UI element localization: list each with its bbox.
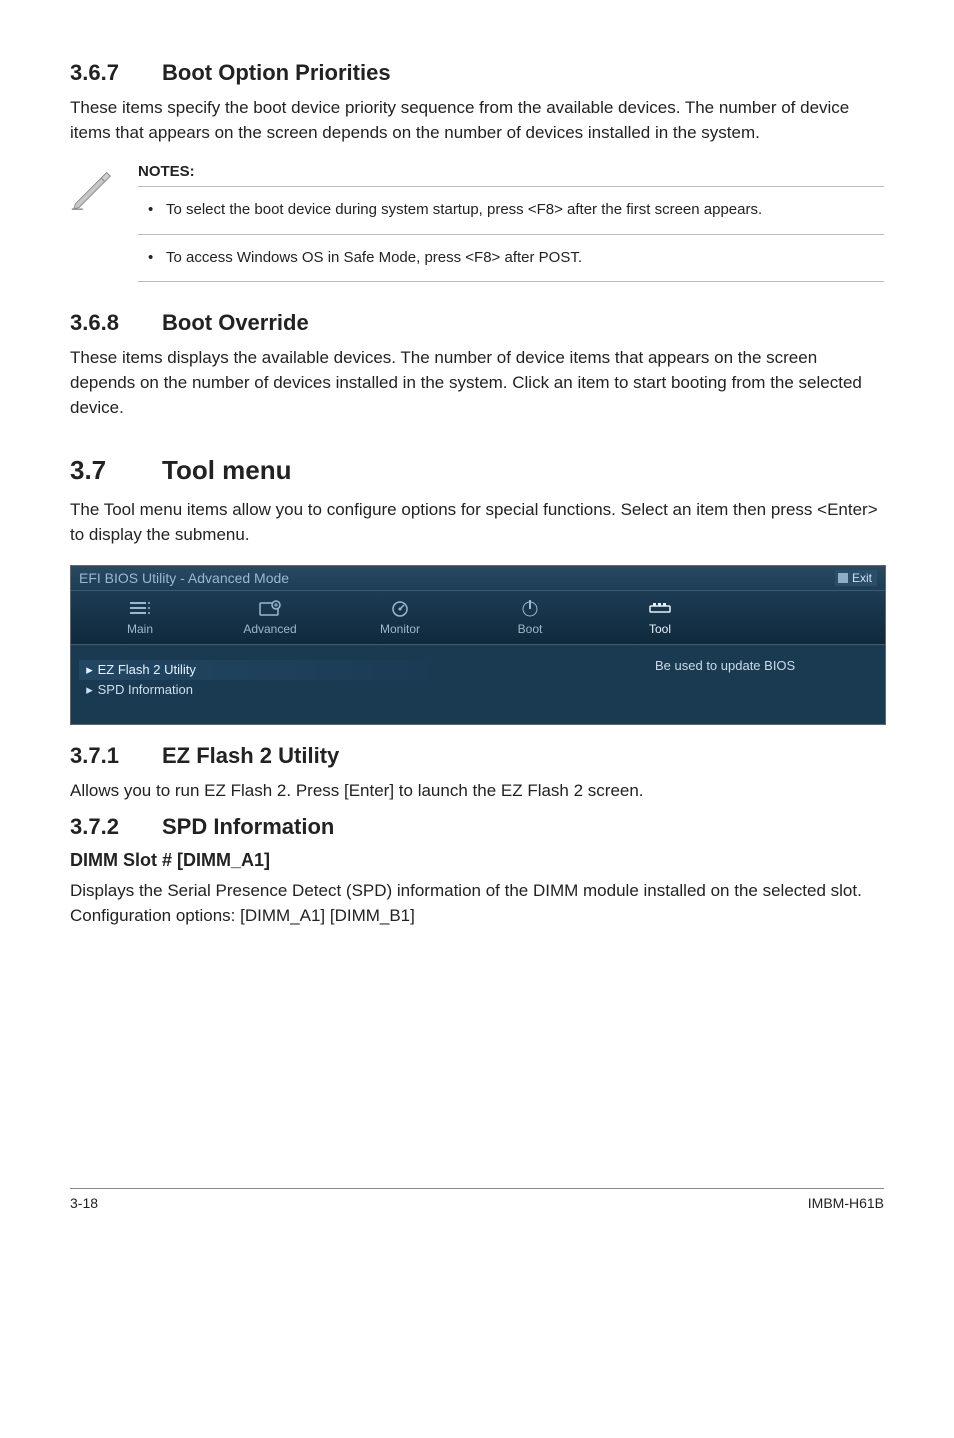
heading-title: SPD Information [162, 814, 334, 840]
advanced-icon [225, 597, 315, 619]
note-item: To select the boot device during system … [138, 193, 884, 228]
bios-tab-boot[interactable]: Boot [485, 597, 575, 636]
tab-label: Advanced [225, 622, 315, 636]
section-body: The Tool menu items allow you to configu… [70, 498, 884, 547]
subheading: DIMM Slot # [DIMM_A1] [70, 850, 884, 871]
main-icon [95, 597, 185, 619]
bios-header-title: EFI BIOS Utility - Advanced Mode [79, 570, 835, 586]
tab-label: Tool [615, 622, 705, 636]
arrow-icon: ▸ [85, 682, 94, 698]
bios-tab-main[interactable]: Main [95, 597, 185, 636]
bios-help-text: Be used to update BIOS [645, 646, 885, 724]
monitor-icon [355, 597, 445, 619]
footer-page-number: 3-18 [70, 1195, 98, 1211]
heading-title: Boot Override [162, 310, 309, 336]
tab-label: Monitor [355, 622, 445, 636]
bios-tab-tool[interactable]: Tool [615, 597, 705, 636]
heading-title: EZ Flash 2 Utility [162, 743, 339, 769]
note-item: To access Windows OS in Safe Mode, press… [138, 241, 884, 276]
heading-num: 3.7.2 [70, 814, 162, 840]
arrow-icon: ▸ [85, 662, 94, 678]
bios-exit-button[interactable]: Exit [835, 570, 877, 586]
tab-label: Main [95, 622, 185, 636]
section-body: These items specify the boot device prio… [70, 96, 884, 145]
heading-num: 3.7.1 [70, 743, 162, 769]
bios-exit-label: Exit [852, 571, 872, 585]
bios-menu-spd[interactable]: ▸ SPD Information [85, 680, 631, 700]
footer-product: IMBM-H61B [808, 1195, 884, 1211]
tool-icon [615, 597, 705, 619]
tab-label: Boot [485, 622, 575, 636]
heading-num: 3.6.8 [70, 310, 162, 336]
notes-block: NOTES: To select the boot device during … [70, 163, 884, 288]
bios-item-label: EZ Flash 2 Utility [98, 662, 196, 677]
bios-item-label: SPD Information [98, 682, 193, 697]
notes-label: NOTES: [138, 163, 884, 180]
section-body: These items displays the available devic… [70, 346, 884, 420]
section-body: Displays the Serial Presence Detect (SPD… [70, 879, 884, 928]
pen-icon [70, 163, 118, 216]
heading-num: 3.6.7 [70, 60, 162, 86]
heading-title: Tool menu [162, 455, 292, 486]
boot-icon [485, 597, 575, 619]
exit-icon [838, 573, 848, 583]
bios-screenshot: EFI BIOS Utility - Advanced Mode Exit Ma… [70, 565, 886, 725]
bios-tab-monitor[interactable]: Monitor [355, 597, 445, 636]
section-body: Allows you to run EZ Flash 2. Press [Ent… [70, 779, 884, 804]
heading-num: 3.7 [70, 455, 162, 486]
heading-title: Boot Option Priorities [162, 60, 391, 86]
bios-tab-advanced[interactable]: Advanced [225, 597, 315, 636]
bios-menu-ez-flash[interactable]: ▸ EZ Flash 2 Utility [79, 660, 446, 680]
